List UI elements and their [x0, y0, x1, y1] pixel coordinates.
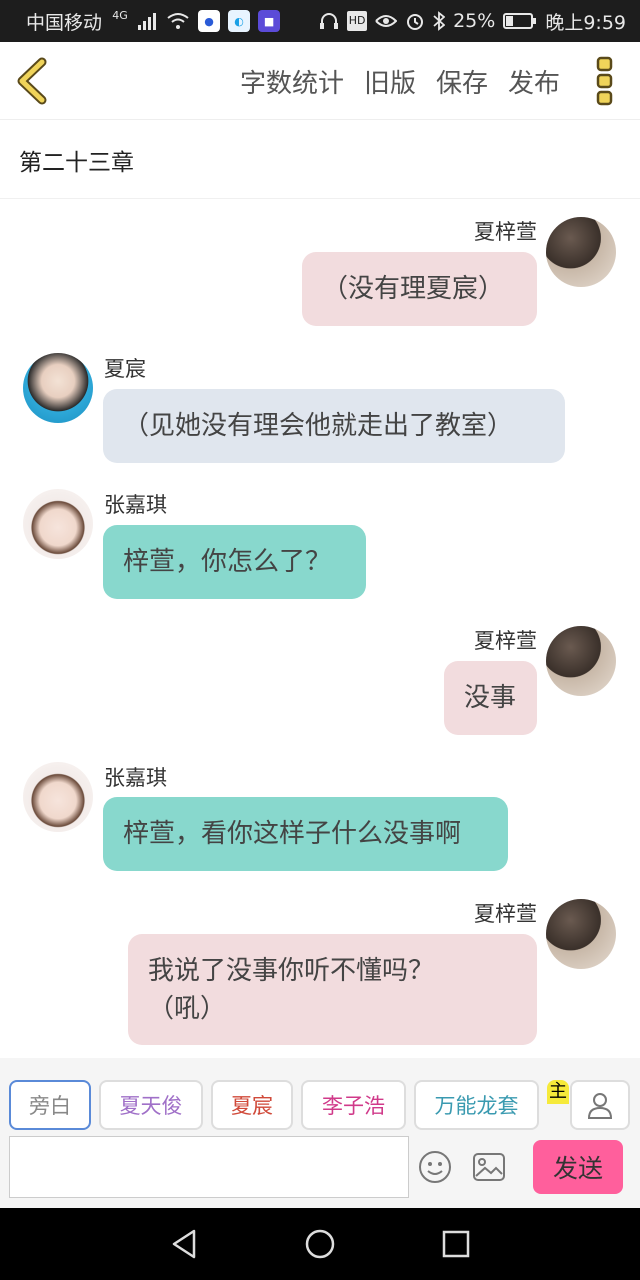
character-selector: 旁白 夏天俊 夏宸 李子浩 万能龙套 主 [0, 1080, 640, 1132]
character-chip-narrator[interactable]: 旁白 [9, 1080, 91, 1130]
status-bar: 中国移动 4G ● ◐ ■ HD 25% 晚上9:59 [0, 0, 640, 42]
nav-back-button[interactable] [168, 1228, 200, 1260]
chevron-left-icon [17, 57, 47, 105]
message-bubble[interactable]: （没有理夏宸） [302, 252, 537, 326]
message-text: 梓萱，你怎么了？ [123, 547, 332, 577]
sender-name: 夏宸 [104, 357, 146, 381]
sender-name: 夏梓萱 [474, 220, 537, 244]
back-button[interactable] [14, 56, 54, 106]
emoji-icon [419, 1151, 451, 1183]
word-count-button[interactable]: 字数统计 [240, 63, 344, 100]
signal-icon: 4G [112, 9, 128, 22]
image-button[interactable] [472, 1152, 506, 1182]
eye-icon [375, 15, 398, 27]
character-chip-label: 旁白 [29, 1094, 71, 1118]
message-text: 梓萱，看你这样子什么没事啊 [123, 819, 462, 849]
message-item[interactable]: 夏梓萱 （没有理夏宸） [0, 200, 640, 340]
character-chip-main[interactable]: 主 [547, 1080, 569, 1130]
save-button[interactable]: 保存 [436, 63, 488, 100]
publish-button[interactable]: 发布 [508, 63, 560, 100]
composer-panel: 旁白 夏天俊 夏宸 李子浩 万能龙套 主 发送 [0, 1058, 640, 1208]
message-text-line: （吼） [148, 993, 227, 1024]
character-chip-xiachen[interactable]: 夏宸 [211, 1080, 293, 1130]
chapter-title-text: 第二十三章 [19, 149, 134, 176]
bluetooth-icon [433, 11, 446, 31]
emoji-button[interactable] [418, 1150, 452, 1184]
character-chip-label: 万能龙套 [434, 1094, 519, 1118]
send-button-label: 发送 [552, 1154, 603, 1183]
avatar-xiachen[interactable] [23, 353, 93, 423]
avatar-xiaziuxuan[interactable] [546, 626, 616, 696]
message-text: （见她没有理会他就走出了教室） [123, 411, 514, 441]
alarm-icon [407, 14, 424, 30]
battery-percent: 25% [453, 10, 496, 32]
battery-icon [503, 13, 537, 29]
shop-app-icon: ■ [258, 10, 281, 32]
browser-app-icon: ◐ [228, 10, 251, 32]
clock-time: 晚上9:59 [545, 11, 626, 34]
sender-name: 夏梓萱 [474, 902, 537, 926]
message-text-line: 我说了没事你听不懂吗？ [148, 955, 435, 986]
headphones-icon [320, 13, 339, 29]
home-circle-icon [305, 1229, 335, 1259]
avatar-zhangjiaqi[interactable] [23, 489, 93, 559]
back-triangle-icon [172, 1229, 196, 1259]
character-chip-wannenglongtao[interactable]: 万能龙套 [414, 1080, 539, 1130]
character-manager-button[interactable] [570, 1080, 630, 1130]
main-character-tag: 主 [547, 1080, 569, 1104]
sender-name: 张嘉琪 [104, 766, 167, 790]
character-chip-label: 李子浩 [322, 1094, 385, 1118]
character-chip-lizihao[interactable]: 李子浩 [301, 1080, 406, 1130]
sender-name: 夏梓萱 [474, 629, 537, 653]
editor-toolbar: 字数统计 旧版 保存 发布 [0, 42, 640, 120]
message-bubble[interactable]: 没事 [444, 661, 537, 735]
message-item[interactable]: 夏宸 （见她没有理会他就走出了教室） [0, 340, 640, 476]
character-chip-label: 夏天俊 [119, 1094, 183, 1118]
recents-square-icon [442, 1230, 470, 1258]
message-bubble[interactable]: 梓萱，看你这样子什么没事啊 [103, 797, 508, 871]
baidu-app-icon: ● [198, 10, 221, 32]
chat-list[interactable]: 夏梓萱 （没有理夏宸） 夏宸 （见她没有理会他就走出了教室） 张嘉琪 梓萱，你怎… [0, 200, 640, 1058]
message-bubble[interactable]: 我说了没事你听不懂吗？ （吼） [128, 934, 537, 1045]
message-item[interactable]: 夏梓萱 我说了没事你听不懂吗？ （吼） [0, 886, 640, 1058]
message-item[interactable]: 张嘉琪 梓萱，看你这样子什么没事啊 [0, 748, 640, 878]
sender-name: 张嘉琪 [104, 493, 167, 517]
wifi-icon [167, 13, 189, 29]
avatar-xiaziuxuan[interactable] [546, 217, 616, 287]
old-version-button[interactable]: 旧版 [364, 63, 416, 100]
character-chip-label: 夏宸 [231, 1094, 273, 1118]
hd-icon: HD [347, 11, 368, 31]
message-text: （没有理夏宸） [322, 274, 505, 304]
avatar-xiaziuxuan[interactable] [546, 899, 616, 969]
message-item[interactable]: 张嘉琪 梓萱，你怎么了？ [0, 476, 640, 606]
nav-recents-button[interactable] [440, 1228, 472, 1260]
system-nav-bar [0, 1208, 640, 1280]
nav-home-button[interactable] [304, 1228, 336, 1260]
carrier-label: 中国移动 [26, 11, 103, 34]
user-icon [587, 1093, 613, 1119]
chapter-title[interactable]: 第二十三章 [0, 121, 640, 199]
more-menu-button[interactable] [590, 54, 620, 108]
more-vertical-icon [596, 56, 613, 106]
message-input[interactable] [9, 1136, 409, 1198]
message-text: 没事 [464, 683, 517, 713]
send-button[interactable]: 发送 [533, 1140, 623, 1194]
avatar-zhangjiaqi[interactable] [23, 762, 93, 832]
signal-bars-icon [138, 13, 157, 30]
toolbar-actions: 字数统计 旧版 保存 发布 [240, 42, 560, 120]
message-bubble[interactable]: 梓萱，你怎么了？ [103, 525, 366, 599]
message-bubble[interactable]: （见她没有理会他就走出了教室） [103, 389, 565, 463]
character-chip-xiatianjun[interactable]: 夏天俊 [99, 1080, 203, 1130]
message-item[interactable]: 夏梓萱 没事 [0, 610, 640, 740]
image-icon [473, 1153, 505, 1181]
